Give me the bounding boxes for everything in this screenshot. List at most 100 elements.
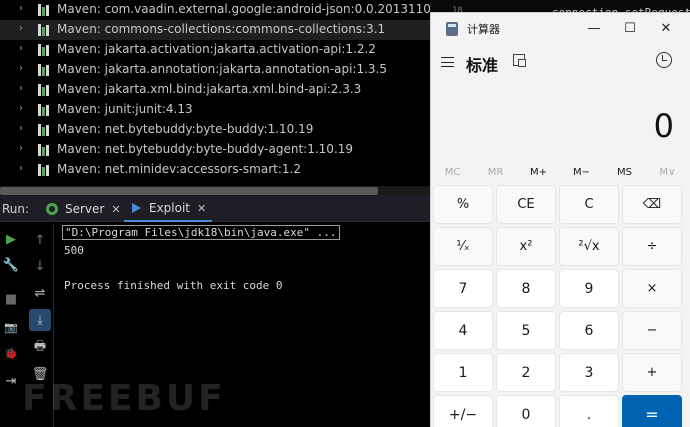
calculator-titlebar[interactable]: 计算器 — ☐ ✕ [431, 13, 690, 43]
square-root-button[interactable]: ²√x [559, 227, 619, 266]
tree-item[interactable]: › Maven: commons-collections:commons-coll… [0, 20, 430, 40]
minimize-button[interactable]: — [577, 17, 611, 39]
memory-button[interactable]: M− [560, 163, 603, 183]
digit-6-button[interactable]: 6 [559, 311, 619, 350]
run-label: Run: [2, 202, 30, 216]
memory-button[interactable]: MR [474, 163, 517, 183]
arrow-up-icon[interactable]: ↑ [31, 231, 49, 249]
wrench-icon[interactable]: 🔧 [3, 257, 19, 273]
equals-button[interactable]: = [622, 395, 682, 427]
tree-item[interactable]: › Maven: com.vaadin.external.google:andro… [0, 0, 430, 20]
memory-buttons-row: MC MR M+ M− MS M∨ [431, 163, 690, 183]
memory-button[interactable]: MS [603, 163, 646, 183]
divide-button[interactable]: ÷ [622, 227, 682, 266]
square-button[interactable]: x² [496, 227, 556, 266]
library-icon [38, 4, 51, 16]
tree-item[interactable]: › Maven: jakarta.xml.bind:jakarta.xml.bin… [0, 80, 430, 100]
tree-item-label: Maven: jakarta.annotation:jakarta.annota… [57, 62, 387, 76]
stop-icon[interactable]: ■ [3, 291, 19, 307]
digit-1-button[interactable]: 1 [433, 353, 493, 392]
tab-server[interactable]: Server ✕ [46, 196, 121, 222]
calculator-window: 计算器 — ☐ ✕ 标准 0 MC MR M+ M− MS M∨ % CE C ⌫ ¹⁄ₓ x² ²√… [430, 12, 690, 427]
digit-8-button[interactable]: 8 [496, 269, 556, 308]
console-output-line: 500 [64, 244, 84, 257]
tab-exploit[interactable]: Exploit ✕ [124, 196, 213, 222]
spring-gear-icon [46, 203, 60, 215]
arrow-down-icon[interactable]: ↓ [31, 257, 49, 275]
memory-button[interactable]: M∨ [646, 163, 689, 183]
tab-exploit-label: Exploit [149, 201, 191, 215]
bug-icon[interactable]: 🐞 [3, 345, 19, 361]
maximize-button[interactable]: ☐ [613, 17, 647, 39]
horizontal-scrollbar-thumb[interactable] [0, 187, 378, 195]
close-icon[interactable]: ✕ [197, 202, 206, 215]
tree-item[interactable]: › Maven: net.bytebuddy:byte-buddy-agent:1… [0, 140, 430, 160]
tree-item-label: Maven: net.bytebuddy:byte-buddy:1.10.19 [57, 122, 314, 136]
memory-button[interactable]: MC [431, 163, 474, 183]
chevron-right-icon[interactable]: › [19, 163, 23, 174]
tab-server-label: Server [65, 202, 105, 216]
scroll-to-end-icon[interactable]: ⤓ [29, 309, 51, 331]
subtract-button[interactable]: − [622, 311, 682, 350]
chevron-right-icon[interactable]: › [19, 23, 23, 34]
tree-item[interactable]: › Maven: jakarta.activation:jakarta.activ… [0, 40, 430, 60]
digit-0-button[interactable]: 0 [496, 395, 556, 427]
chevron-right-icon[interactable]: › [19, 3, 23, 14]
close-icon[interactable]: ✕ [111, 203, 120, 216]
library-icon [38, 24, 51, 36]
menu-icon[interactable] [441, 57, 454, 67]
close-button[interactable]: ✕ [649, 17, 683, 39]
clear-entry-button[interactable]: CE [496, 185, 556, 224]
tree-item[interactable]: › Maven: net.minidev:accessors-smart:1.2 [0, 160, 430, 180]
library-icon [38, 64, 51, 76]
library-icon [38, 144, 51, 156]
camera-icon[interactable]: 📷 [3, 319, 19, 335]
library-icon [38, 44, 51, 56]
tree-item[interactable]: › Maven: net.bytebuddy:byte-buddy:1.10.19 [0, 120, 430, 140]
soft-wrap-icon[interactable]: ⇌ [31, 284, 49, 302]
calculator-header: 标准 [431, 47, 690, 77]
tree-item-label: Maven: jakarta.xml.bind:jakarta.xml.bind… [57, 82, 362, 96]
calculator-app-icon [446, 22, 458, 36]
exit-icon[interactable]: ⇥ [3, 373, 19, 389]
chevron-right-icon[interactable]: › [19, 103, 23, 114]
tree-item-label: Maven: net.bytebuddy:byte-buddy-agent:1.… [57, 142, 354, 156]
memory-button[interactable]: M+ [517, 163, 560, 183]
history-icon[interactable] [656, 52, 672, 68]
decimal-button[interactable]: . [559, 395, 619, 427]
digit-7-button[interactable]: 7 [433, 269, 493, 308]
tree-item-label: Maven: com.vaadin.external.google:androi… [57, 2, 430, 16]
digit-5-button[interactable]: 5 [496, 311, 556, 350]
console-exit-line: Process finished with exit code 0 [64, 279, 283, 292]
mode-title: 标准 [466, 56, 499, 75]
digit-4-button[interactable]: 4 [433, 311, 493, 350]
chevron-right-icon[interactable]: › [19, 123, 23, 134]
keep-on-top-icon[interactable] [513, 54, 526, 67]
console-command-line[interactable]: "D:\Program Files\jdk18\bin\java.exe" ..… [62, 225, 340, 240]
library-icon [38, 104, 51, 116]
chevron-right-icon[interactable]: › [19, 143, 23, 154]
tree-item[interactable]: › Maven: junit:junit:4.13 [0, 100, 430, 120]
tree-item[interactable]: › Maven: jakarta.annotation:jakarta.annot… [0, 60, 430, 80]
result-display: 0 [653, 107, 674, 145]
digit-2-button[interactable]: 2 [496, 353, 556, 392]
add-button[interactable]: + [622, 353, 682, 392]
tree-item-label: Maven: junit:junit:4.13 [57, 102, 193, 116]
backspace-button[interactable]: ⌫ [622, 185, 682, 224]
percent-button[interactable]: % [433, 185, 493, 224]
run-toolbar: ▶ 🔧 ■ 📷 🐞 ⇥ [0, 223, 22, 427]
clear-button[interactable]: C [559, 185, 619, 224]
library-icon [38, 164, 51, 176]
chevron-right-icon[interactable]: › [19, 83, 23, 94]
rerun-icon[interactable]: ▶ [3, 231, 19, 247]
print-icon[interactable]: 🖶 [31, 339, 49, 357]
chevron-right-icon[interactable]: › [19, 63, 23, 74]
run-tool-window-header: Run: Server ✕ Exploit ✕ [0, 196, 430, 222]
negate-button[interactable]: +/− [433, 395, 493, 427]
chevron-right-icon[interactable]: › [19, 43, 23, 54]
digit-3-button[interactable]: 3 [559, 353, 619, 392]
multiply-button[interactable]: × [622, 269, 682, 308]
digit-9-button[interactable]: 9 [559, 269, 619, 308]
tree-item-label: Maven: jakarta.activation:jakarta.activa… [57, 42, 376, 56]
reciprocal-button[interactable]: ¹⁄ₓ [433, 227, 493, 266]
